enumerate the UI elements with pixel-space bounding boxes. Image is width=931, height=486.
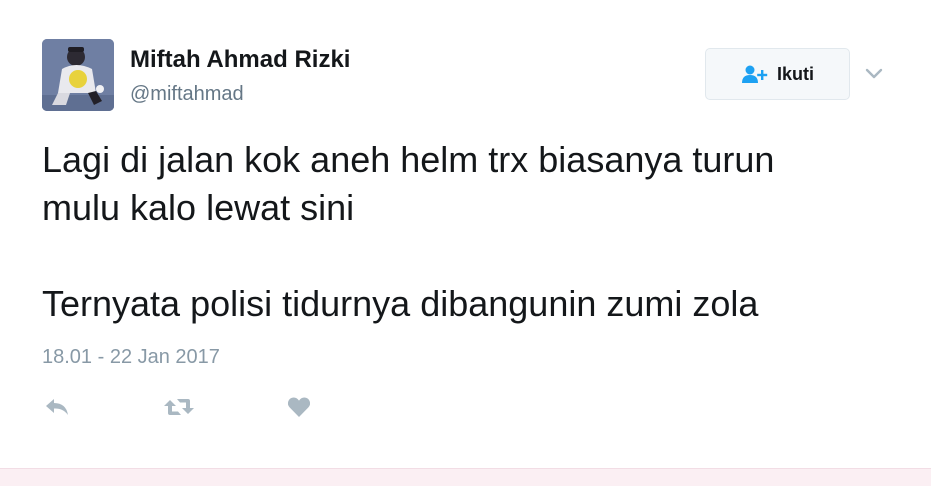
tweet-text-line: Lagi di jalan kok aneh helm trx biasanya… xyxy=(42,139,775,180)
reply-button[interactable] xyxy=(44,394,72,420)
chevron-down-icon xyxy=(865,68,883,79)
more-menu-button[interactable] xyxy=(862,64,886,84)
footer-divider xyxy=(0,468,931,486)
tweet-text-line: mulu kalo lewat sini xyxy=(42,187,355,228)
avatar-image xyxy=(42,39,114,111)
reply-icon xyxy=(46,399,68,415)
tweet-timestamp[interactable]: 18.01 - 22 Jan 2017 xyxy=(42,346,220,369)
avatar[interactable] xyxy=(42,39,114,111)
user-name[interactable]: Miftah Ahmad Rizki xyxy=(130,46,350,74)
user-handle[interactable]: @miftahmad xyxy=(130,83,244,106)
follow-button-label: Ikuti xyxy=(776,63,814,84)
retweet-icon xyxy=(164,399,194,415)
like-button[interactable] xyxy=(287,394,313,420)
add-user-icon xyxy=(741,65,768,83)
heart-icon xyxy=(287,397,311,417)
tweet-card: Miftah Ahmad Rizki @miftahmad Ikuti Lagi… xyxy=(0,0,931,468)
tweet-text: Lagi di jalan kok aneh helm trx biasanya… xyxy=(42,136,902,328)
tweet-text-line: Ternyata polisi tidurnya dibangunin zumi… xyxy=(42,283,759,324)
follow-button[interactable]: Ikuti xyxy=(705,48,850,100)
retweet-button[interactable] xyxy=(163,394,197,420)
